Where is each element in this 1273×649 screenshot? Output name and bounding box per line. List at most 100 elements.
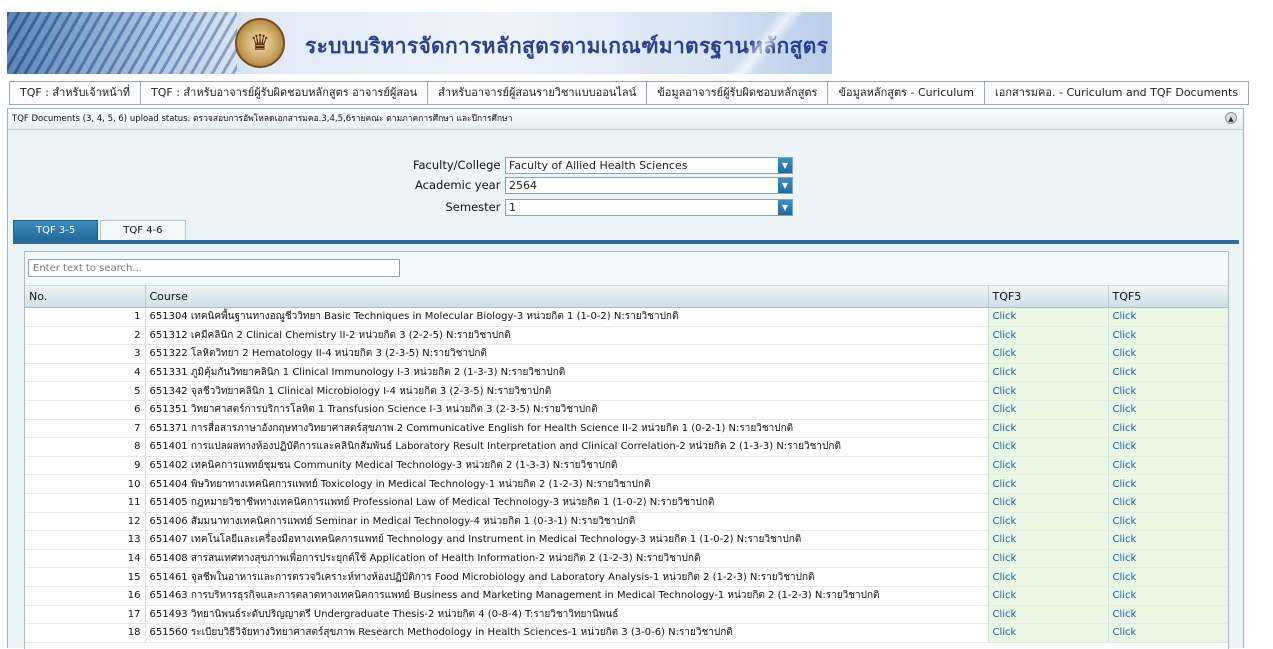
menu-item-online-instructor[interactable]: สำหรับอาจารย์ผู้สอนรายวิชาแบบออนไลน์ (428, 82, 648, 104)
row-number: 4 (25, 363, 146, 383)
tqf5-click-link[interactable]: Click (1108, 567, 1228, 587)
tqf5-click-link[interactable]: Click (1108, 549, 1228, 569)
table-row[interactable]: 18 651560 ระเบียบวิธีวิจัยทางวิทยาศาสตร์ส… (25, 623, 1228, 643)
faculty-value: Faculty of Allied Health Sciences (509, 159, 688, 172)
tqf5-click-link[interactable]: Click (1108, 512, 1228, 532)
tqf5-click-link[interactable]: Click (1108, 623, 1228, 643)
tqf3-click-link[interactable]: Click (988, 493, 1109, 513)
faculty-select[interactable]: Faculty of Allied Health Sciences ▼ (505, 157, 793, 174)
year-select[interactable]: 2564 ▼ (505, 177, 793, 194)
year-label: Academic year : (415, 178, 508, 192)
tqf3-click-link[interactable]: Click (988, 474, 1109, 494)
course-name: 651560 ระเบียบวิธีวิจัยทางวิทยาศาสตร์สุข… (145, 623, 989, 643)
tqf3-click-link[interactable]: Click (988, 363, 1109, 383)
table-row[interactable]: 13 651407 เทคโนโลยีและเครื่องมือทางเทคนิค… (25, 530, 1228, 550)
tab-tqf-3-5[interactable]: TQF 3-5 (13, 220, 99, 241)
table-row[interactable]: 4 651331 ภูมิคุ้มกันวิทยาคลินิก 1 Clinica… (25, 363, 1228, 383)
table-row[interactable]: 16 651463 การบริหารธุรกิจและการตลาดทางเทค… (25, 586, 1228, 606)
tab-tqf-4-6[interactable]: TQF 4-6 (100, 220, 186, 241)
tqf5-click-link[interactable]: Click (1108, 456, 1228, 476)
tqf3-click-link[interactable]: Click (988, 326, 1109, 346)
course-name: 651407 เทคโนโลยีและเครื่องมือทางเทคนิคกา… (145, 530, 989, 550)
table-row[interactable]: 6 651351 วิทยาศาสตร์การบริการโลหิต 1 Tran… (25, 400, 1228, 420)
tqf3-click-link[interactable]: Click (988, 307, 1109, 327)
site-banner: ♛ ระบบบริหารจัดการหลักสูตรตามเกณฑ์มาตรฐา… (7, 12, 832, 74)
tqf5-click-link[interactable]: Click (1108, 493, 1228, 513)
table-row[interactable]: 12 651406 สัมมนาทางเทคนิคการแพทย์ Seminar… (25, 512, 1228, 532)
tqf5-click-link[interactable]: Click (1108, 344, 1228, 364)
column-header-no[interactable]: No. (25, 286, 146, 308)
banner-decoration (707, 12, 832, 74)
table-row[interactable]: 3 651322 โลหิตวิทยา 2 Hematology II-4 หน่… (25, 344, 1228, 364)
menu-item-program-faculty[interactable]: TQF : สำหรับอาจารย์ผู้รับผิดชอบหลักสูตร … (141, 82, 429, 104)
course-name: 651342 จุลชีววิทยาคลินิก 1 Clinical Micr… (145, 381, 989, 401)
menu-item-program-faculty-info[interactable]: ข้อมูลอาจารย์ผู้รับผิดชอบหลักสูตร (647, 82, 829, 104)
tqf3-click-link[interactable]: Click (988, 344, 1109, 364)
table-row[interactable]: 10 651404 พิษวิทยาทางเทคนิคการแพทย์ Toxic… (25, 474, 1228, 494)
tqf5-click-link[interactable]: Click (1108, 419, 1228, 439)
menu-item-tqf-documents[interactable]: เอกสารมคอ. - Curiculum and TQF Documents (985, 82, 1248, 104)
semester-label: Semester : (445, 200, 509, 214)
search-row (25, 252, 1228, 286)
chevron-down-icon[interactable]: ▼ (778, 178, 792, 193)
table-row[interactable]: 15 651461 จุลชีพในอาหารและการตรวจวิเคราะห… (25, 567, 1228, 587)
semester-select[interactable]: 1 ▼ (505, 199, 793, 216)
tqf5-click-link[interactable]: Click (1108, 586, 1228, 606)
course-name: 651401 การแปลผลทางห้องปฏิบัติการและคลินิ… (145, 437, 989, 457)
row-number: 8 (25, 437, 146, 457)
tqf5-click-link[interactable]: Click (1108, 363, 1228, 383)
tqf3-click-link[interactable]: Click (988, 623, 1109, 643)
faculty-label: Faculty/College : (412, 158, 508, 172)
tqf5-click-link[interactable]: Click (1108, 381, 1228, 401)
tqf5-click-link[interactable]: Click (1108, 400, 1228, 420)
table-row[interactable]: 8 651401 การแปลผลทางห้องปฏิบัติการและคลิน… (25, 437, 1228, 457)
table-row[interactable]: 9 651402 เทคนิคการแพทย์ชุมชน Community Me… (25, 456, 1228, 476)
top-menu: TQF : สำหรับเจ้าหน้าที่ TQF : สำหรับอาจา… (9, 81, 1250, 105)
table-row[interactable]: 5 651342 จุลชีววิทยาคลินิก 1 Clinical Mic… (25, 381, 1228, 401)
tqf3-click-link[interactable]: Click (988, 456, 1109, 476)
row-number: 2 (25, 326, 146, 346)
tqf5-click-link[interactable]: Click (1108, 307, 1228, 327)
tqf3-click-link[interactable]: Click (988, 419, 1109, 439)
tqf5-click-link[interactable]: Click (1108, 474, 1228, 494)
table-row[interactable]: 14 651408 สารสนเทศทางสุขภาพเพื่อการประยุก… (25, 549, 1228, 569)
chevron-down-icon[interactable]: ▼ (778, 200, 792, 215)
tqf3-click-link[interactable]: Click (988, 605, 1109, 625)
course-name: 651493 วิทยานิพนธ์ระดับปริญญาตรี Undergr… (145, 605, 989, 625)
tqf3-click-link[interactable]: Click (988, 567, 1109, 587)
table-row[interactable]: 17 651493 วิทยานิพนธ์ระดับปริญญาตรี Under… (25, 605, 1228, 625)
column-header-tqf5[interactable]: TQF5 (1108, 286, 1228, 308)
dna-graphic (7, 12, 237, 74)
row-number: 10 (25, 474, 146, 494)
table-row[interactable]: 1 651304 เทคนิคพื้นฐานทางอณูชีววิทยา Basi… (25, 307, 1228, 327)
menu-item-curriculum-info[interactable]: ข้อมูลหลักสูตร - Curiculum (828, 82, 985, 104)
table-row[interactable]: 7 651371 การสื่อสารภาษาอังกฤษทางวิทยาศาสต… (25, 419, 1228, 439)
tqf3-click-link[interactable]: Click (988, 530, 1109, 550)
collapse-icon[interactable]: ▲ (1225, 112, 1237, 124)
tqf3-click-link[interactable]: Click (988, 512, 1109, 532)
course-name: 651322 โลหิตวิทยา 2 Hematology II-4 หน่ว… (145, 344, 989, 364)
column-header-tqf3[interactable]: TQF3 (988, 286, 1109, 308)
column-header-course[interactable]: Course (145, 286, 989, 308)
course-name: 651405 กฎหมายวิชาชีพทางเทคนิคการแพทย์ Pr… (145, 493, 989, 513)
chevron-down-icon[interactable]: ▼ (778, 158, 792, 173)
table-row[interactable]: 11 651405 กฎหมายวิชาชีพทางเทคนิคการแพทย์ … (25, 493, 1228, 513)
menu-item-staff[interactable]: TQF : สำหรับเจ้าหน้าที่ (10, 82, 142, 104)
tqf5-click-link[interactable]: Click (1108, 605, 1228, 625)
search-input[interactable] (28, 259, 400, 277)
tqf3-click-link[interactable]: Click (988, 549, 1109, 569)
course-name: 651331 ภูมิคุ้มกันวิทยาคลินิก 1 Clinical… (145, 363, 989, 383)
tqf3-click-link[interactable]: Click (988, 381, 1109, 401)
tqf3-click-link[interactable]: Click (988, 437, 1109, 457)
tqf5-click-link[interactable]: Click (1108, 437, 1228, 457)
tqf5-click-link[interactable]: Click (1108, 530, 1228, 550)
tqf3-click-link[interactable]: Click (988, 586, 1109, 606)
course-name: 651461 จุลชีพในอาหารและการตรวจวิเคราะห์ท… (145, 567, 989, 587)
course-grid: No. Course TQF3 TQF5 1651304 เทคนิคพื้นฐ… (24, 251, 1229, 649)
tqf-status-panel: TQF Documents (3, 4, 5, 6) upload status… (7, 108, 1244, 649)
course-name: 651406 สัมมนาทางเทคนิคการแพทย์ Seminar i… (145, 512, 989, 532)
tqf3-click-link[interactable]: Click (988, 400, 1109, 420)
table-row[interactable]: 2 651312 เคมีคลินิก 2 Clinical Chemistry … (25, 326, 1228, 346)
row-number: 16 (25, 586, 146, 606)
tqf5-click-link[interactable]: Click (1108, 326, 1228, 346)
